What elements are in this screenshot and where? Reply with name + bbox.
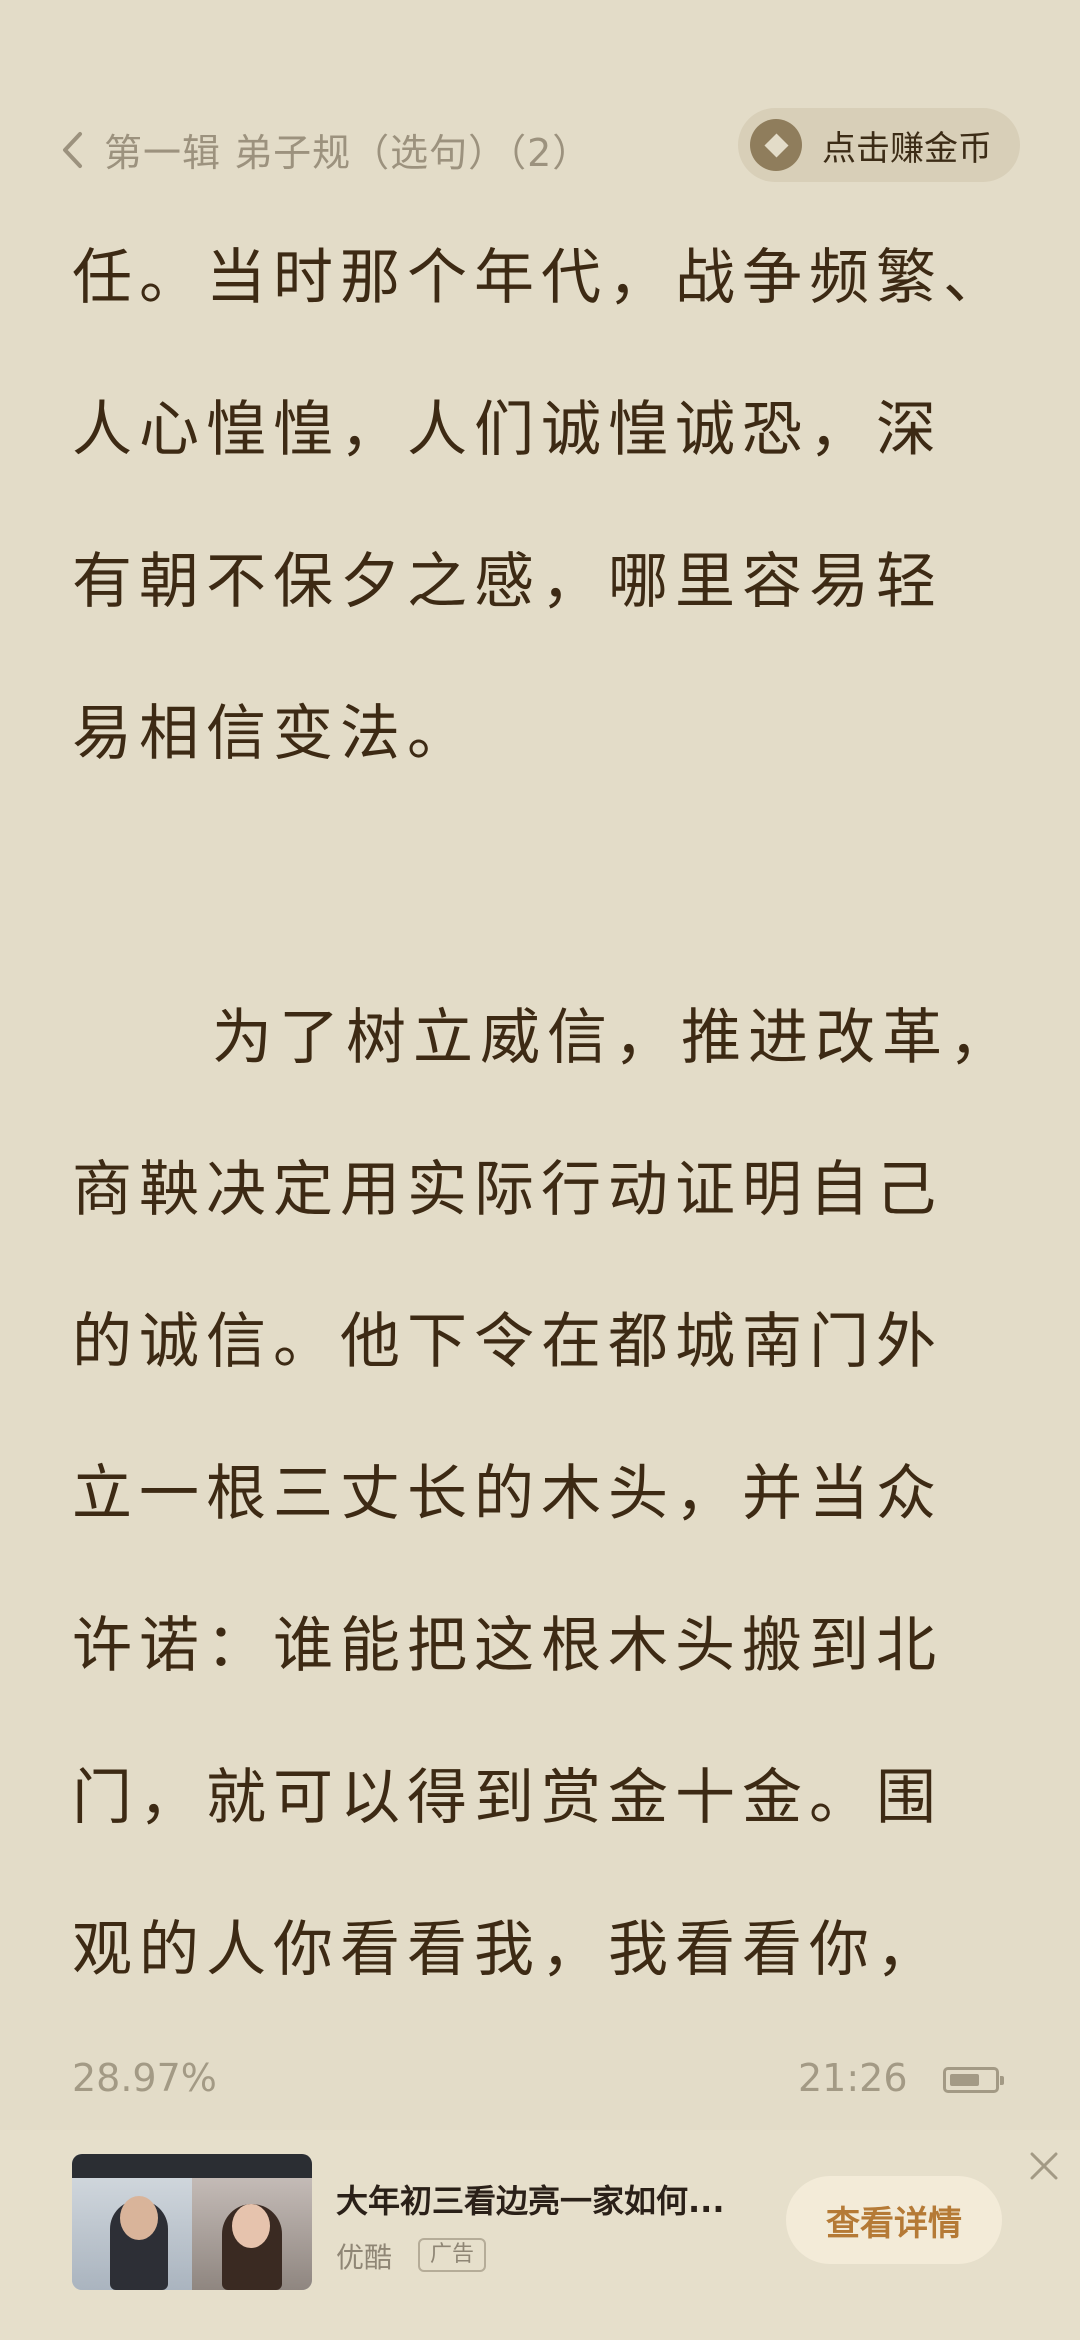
- coin-icon: [750, 119, 802, 171]
- view-details-button[interactable]: 查看详情: [786, 2176, 1002, 2264]
- text-line: 为了树立威信，推进改革，: [212, 1003, 1016, 1073]
- reading-progress: 28.97%: [72, 2056, 217, 2100]
- text-line: 商鞅决定用实际行动证明自己: [72, 1155, 943, 1225]
- text-line: 的诚信。他下令在都城南门外: [72, 1307, 943, 1377]
- ad-title[interactable]: 大年初三看边亮一家如何...: [336, 2176, 724, 2222]
- ad-label-badge: 广告: [418, 2238, 487, 2272]
- text-line: 有朝不保夕之感，哪里容易轻: [72, 547, 943, 617]
- back-button[interactable]: [54, 128, 90, 172]
- ad-video-thumbnail[interactable]: [72, 2154, 312, 2290]
- earn-coins-label: 点击赚金币: [822, 128, 992, 169]
- ad-banner[interactable]: 大年初三看边亮一家如何... 优酷 广告 查看详情: [0, 2130, 1080, 2340]
- reading-page[interactable]: 任。当时那个年代，战争频繁、 人心惶惶，人们诚惶诚恐，深 有朝不保夕之感，哪里容…: [72, 228, 1012, 2052]
- book-title[interactable]: 第一辑 弟子规（选句）（2）: [104, 122, 591, 177]
- text-line: 立一根三丈长的木头，并当众: [72, 1459, 943, 1529]
- chevron-left-icon: [63, 132, 82, 168]
- text-line: 许诺：谁能把这根木头搬到北: [72, 1611, 943, 1681]
- text-line: 人心惶惶，人们诚惶诚恐，深: [72, 395, 943, 465]
- text-line: 易相信变法。: [72, 699, 474, 769]
- clock-time: 21:26: [798, 2056, 908, 2100]
- ad-brand: 优酷: [336, 2241, 393, 2274]
- text-line: 观的人你看看我，我看看你，: [72, 1915, 943, 1985]
- text-line: 任。当时那个年代，战争频繁、: [72, 243, 1010, 313]
- close-icon[interactable]: [1028, 2150, 1060, 2182]
- earn-coins-button[interactable]: 点击赚金币: [738, 108, 1020, 182]
- reader-header: 第一辑 弟子规（选句）（2） 点击赚金币: [0, 100, 1080, 200]
- battery-icon: [943, 2067, 1004, 2093]
- text-line: 门，就可以得到赏金十金。围: [72, 1763, 943, 1833]
